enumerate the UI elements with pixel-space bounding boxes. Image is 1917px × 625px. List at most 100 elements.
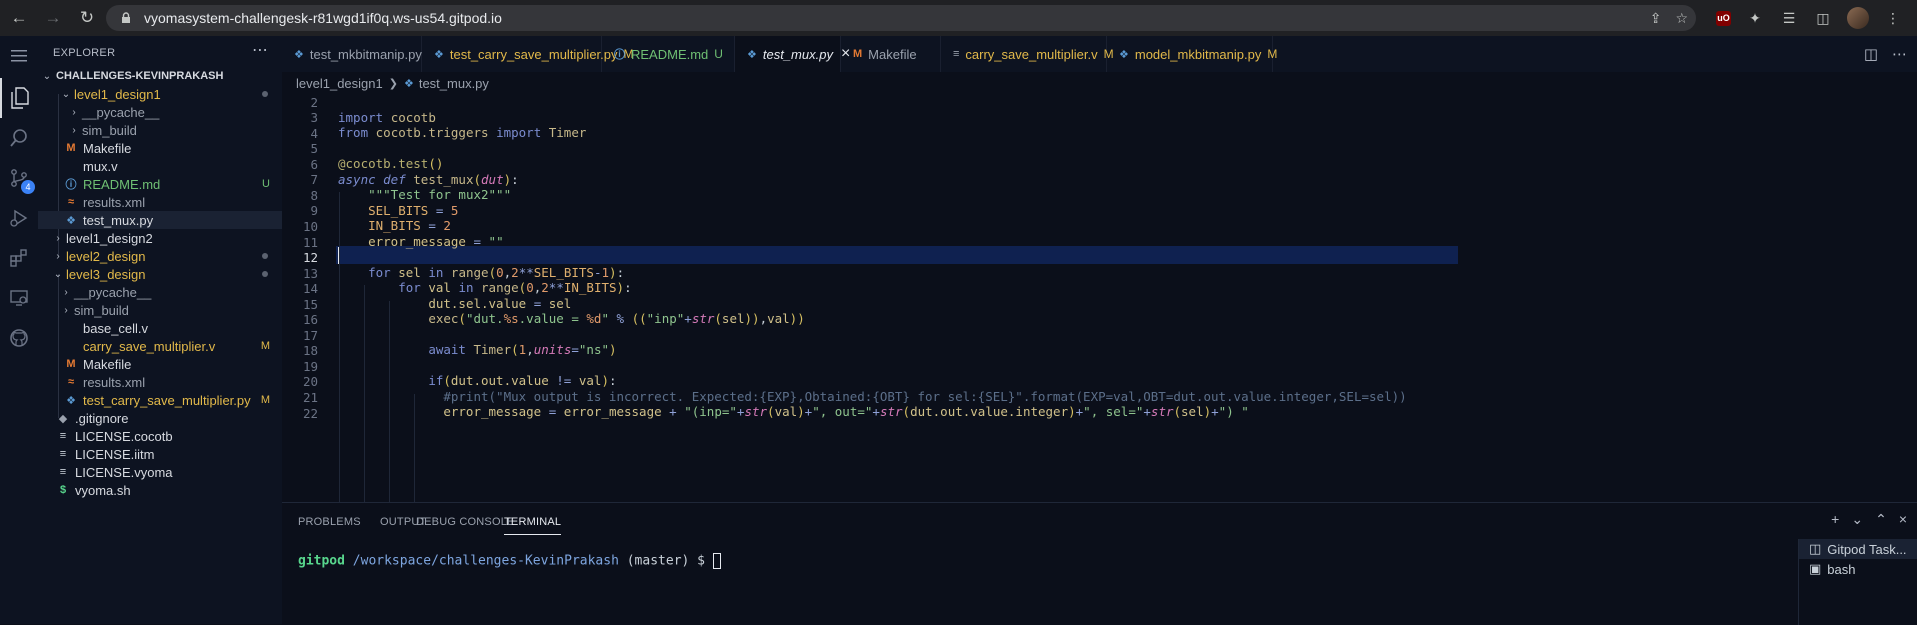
tab-problems[interactable]: PROBLEMS [298,516,361,528]
tree-item-label: carry_save_multiplier.v [83,338,216,354]
info-icon: ⓘ [614,49,625,61]
code-editor[interactable]: 12345678910111213141516171819202122 # Se… [282,94,1917,502]
github-icon[interactable] [0,318,38,358]
tree-item[interactable]: ≈ results.xml [38,373,282,391]
hamburger-menu-icon[interactable] [0,36,38,76]
explorer-title: EXPLORER [53,47,116,59]
close-panel-icon[interactable]: × [1899,511,1907,528]
tree-item[interactable]: ≡ LICENSE.vyoma [38,463,282,481]
explorer-files-icon[interactable] [0,78,38,118]
tree-item[interactable]: ⌄ level3_design [38,265,282,283]
tree-item[interactable]: M Makefile [38,139,282,157]
browser-menu-icon[interactable]: ⋮ [1883,8,1903,28]
ublock-extension-icon[interactable]: uO [1716,10,1731,26]
line-number: 4 [310,125,318,141]
line-number: 15 [302,296,318,312]
tree-item[interactable]: › level1_design2 [38,229,282,247]
code-line-7: async def test_mux(dut): [338,172,519,187]
extensions-puzzle-icon[interactable]: ✦ [1745,8,1765,28]
line-number: 8 [310,187,318,203]
lock-icon[interactable] [118,12,134,24]
tree-item-label: vyoma.sh [75,482,131,498]
tree-item[interactable]: carry_save_multiplier.v M [38,337,282,355]
back-icon[interactable]: ← [4,3,34,33]
tree-item[interactable]: › sim_build [38,301,282,319]
remote-explorer-icon[interactable] [0,278,38,318]
tab-carry-save-multiplier-v[interactable]: ≡ carry_save_multiplier.v M [941,36,1114,72]
terminal-item-bash[interactable]: ▣ bash [1799,559,1917,579]
more-actions-icon[interactable]: ⋯ [1892,45,1907,63]
tree-item[interactable]: ❖ test_carry_save_multiplier.py M [38,391,282,409]
share-icon[interactable]: ⇪ [1650,10,1662,27]
line-number: 6 [310,156,318,172]
maximize-panel-icon[interactable]: ⌃ [1875,511,1887,528]
tab-label: test_carry_save_multiplier.py [449,46,618,62]
activity-bar: 4 [0,36,38,624]
line-number: 2 [310,94,318,110]
tab-debug-console[interactable]: DEBUG CONSOLE [416,516,515,528]
run-debug-icon[interactable] [0,198,38,238]
profile-avatar[interactable] [1847,7,1869,29]
tree-item[interactable]: M Makefile [38,355,282,373]
tree-item[interactable]: ≡ LICENSE.cocotb [38,427,282,445]
address-bar[interactable]: vyomasystem-challengesk-r81wgd1if0q.ws-u… [106,5,1696,31]
line-number: 10 [302,218,318,234]
tree-item[interactable]: › __pycache__ [38,103,282,121]
reload-icon[interactable]: ↻ [72,3,102,33]
tab-test-mux[interactable]: ❖ test_mux.py × [735,36,850,72]
tree-item[interactable]: ◆ .gitignore [38,409,282,427]
tree-item[interactable]: ⌄ level1_design1 [38,85,282,103]
tree-item[interactable]: mux.v [38,157,282,175]
code-line-22: error_message = error_message + "(inp="+… [443,404,1249,419]
line-number: 3 [310,110,318,126]
chevron-right-icon: › [64,304,68,316]
search-icon[interactable] [0,118,38,158]
split-editor-icon[interactable]: ◫ [1864,45,1878,63]
breadcrumb-folder[interactable]: level1_design1 [296,76,383,91]
git-status-marker: M [260,394,270,406]
tree-item[interactable]: › __pycache__ [38,283,282,301]
tab-readme[interactable]: ⓘ README.md U [602,36,735,72]
tab-test-carry-save-multiplier[interactable]: ❖ test_carry_save_multiplier.py M [422,36,634,72]
tree-item-label: LICENSE.cocotb [75,428,173,444]
tree-item[interactable]: ≡ LICENSE.iitm [38,445,282,463]
chevron-down-icon[interactable]: ⌄ [1851,511,1863,528]
tree-item-label: base_cell.v [83,320,149,336]
tab-label: test_mkbitmanip.py [309,46,422,62]
terminal-output[interactable]: gitpod /workspace/challenges-KevinPrakas… [298,553,721,569]
workspace-root[interactable]: ⌄ CHALLENGES-KEVINPRAKASH [38,67,282,85]
tree-item[interactable]: ❖ test_mux.py [38,211,282,229]
tab-makefile[interactable]: M Makefile [841,36,941,72]
forward-icon[interactable]: → [38,3,68,33]
tree-item[interactable]: $ vyoma.sh [38,481,282,499]
code-line-6: @cocotb.test() [338,156,444,171]
extensions-icon[interactable] [0,238,38,278]
more-actions-icon[interactable]: ⋯ [252,40,268,60]
code-line-14: for val in range(0,2**IN_BITS): [398,280,632,295]
tree-item-label: level1_design2 [66,230,153,246]
terminal-item-gitpod-task[interactable]: ◫ Gitpod Task... [1799,539,1917,559]
lines-icon: ≡ [59,430,67,442]
bookmark-star-icon[interactable]: ☆ [1675,10,1688,27]
source-control-icon[interactable]: 4 [0,158,38,198]
tree-item[interactable]: ⓘ README.md U [38,175,282,193]
code-line-10: IN_BITS = 2 [368,218,451,233]
tree-item[interactable]: › sim_build [38,121,282,139]
side-panel-icon[interactable]: ◫ [1813,8,1833,28]
code-line-21: #print("Mux output is incorrect. Expecte… [443,389,1407,404]
breadcrumb-file[interactable]: test_mux.py [419,76,489,91]
tree-item[interactable]: › level2_design [38,247,282,265]
tree-item[interactable]: base_cell.v [38,319,282,337]
tab-test-mkbitmanip[interactable]: ❖ test_mkbitmanip.py [282,36,422,72]
lines-file-icon: ≡ [953,48,960,60]
url-text[interactable]: vyomasystem-challengesk-r81wgd1if0q.ws-u… [144,10,502,26]
tree-item[interactable]: ≈ results.xml [38,193,282,211]
tree-item-label: README.md [83,176,161,192]
tree-item-label: results.xml [83,194,146,210]
new-terminal-icon[interactable]: + [1831,511,1839,528]
line-number: 16 [302,312,318,328]
tab-model-mkbitmanip[interactable]: ❖ model_mkbitmanip.py M [1107,36,1277,72]
media-control-icon[interactable]: ☰ [1779,8,1799,28]
tab-terminal[interactable]: TERMINAL [504,516,562,535]
terminal-item-label: bash [1827,561,1856,577]
